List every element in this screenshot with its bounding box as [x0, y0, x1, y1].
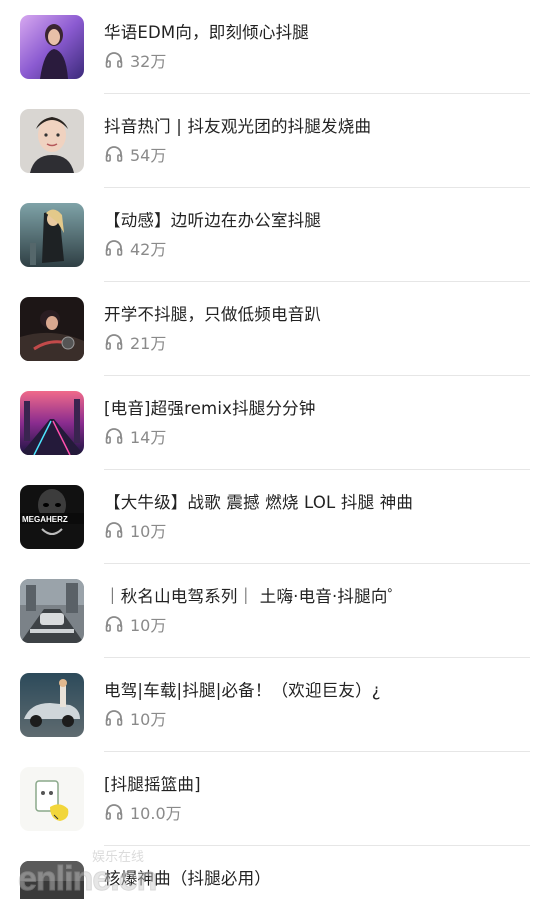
playlist-cover: [20, 673, 84, 737]
playlist-item[interactable]: ｜秋名山电驾系列｜ 土嗨·电音·抖腿向゜ 10万: [0, 564, 550, 658]
playlist-item[interactable]: 【动感】边听边在办公室抖腿 42万: [0, 188, 550, 282]
playlist-item[interactable]: 核爆神曲（抖腿必用）: [0, 846, 550, 899]
playlist-cover: [20, 297, 84, 361]
playlist-item[interactable]: 抖音热门 | 抖友观光团的抖腿发烧曲 54万: [0, 94, 550, 188]
play-count: 32万: [104, 49, 166, 71]
playlist-title: 华语EDM向，即刻倾心抖腿: [104, 23, 309, 42]
playlist-title: 抖音热门 | 抖友观光团的抖腿发烧曲: [104, 117, 372, 136]
play-count-value: 54万: [130, 146, 167, 165]
headphones-icon: [105, 146, 123, 162]
playlist-title: ｜秋名山电驾系列｜ 土嗨·电音·抖腿向゜: [104, 587, 405, 606]
play-count: 54万: [104, 143, 166, 165]
headphones-icon: [105, 240, 123, 256]
play-count: 10万: [104, 519, 166, 541]
playlist-item[interactable]: MEGAHERZ 【大牛级】战歌 震撼 燃烧 LOL 抖腿 神曲 10万: [0, 470, 550, 564]
play-count-value: 10万: [130, 616, 167, 635]
playlist-item[interactable]: [电音]超强remix抖腿分分钟 14万: [0, 376, 550, 470]
play-count: 10.0万: [104, 801, 182, 823]
playlist-item[interactable]: 电驾|车载|抖腿|必备！（欢迎巨友）¿ 10万: [0, 658, 550, 752]
playlist-title: 【动感】边听边在办公室抖腿: [104, 211, 322, 230]
play-count: 21万: [104, 331, 166, 353]
play-count: 10万: [104, 707, 166, 729]
playlist-item[interactable]: [抖腿摇篮曲] 10.0万: [0, 752, 550, 846]
headphones-icon: [105, 428, 123, 444]
play-count-value: 32万: [130, 52, 167, 71]
headphones-icon: [105, 334, 123, 350]
playlist-title: [抖腿摇篮曲]: [104, 775, 201, 794]
playlist-cover: [20, 15, 84, 79]
play-count-value: 21万: [130, 334, 167, 353]
play-count-value: 42万: [130, 240, 167, 259]
headphones-icon: [105, 522, 123, 538]
headphones-icon: [105, 804, 123, 820]
playlist-title: 开学不抖腿，只做低频电音趴: [104, 305, 322, 324]
playlist-cover: [20, 579, 84, 643]
play-count: 10万: [104, 613, 166, 635]
playlist-cover: MEGAHERZ: [20, 485, 84, 549]
play-count-value: 10万: [130, 710, 167, 729]
play-count-value: 10.0万: [130, 804, 182, 823]
headphones-icon: [105, 52, 123, 68]
play-count: 42万: [104, 237, 166, 259]
playlist-item[interactable]: 开学不抖腿，只做低频电音趴 21万: [0, 282, 550, 376]
play-count-value: 14万: [130, 428, 167, 447]
playlist-cover: [20, 203, 84, 267]
play-count-value: 10万: [130, 522, 167, 541]
playlist-title: [电音]超强remix抖腿分分钟: [104, 399, 316, 418]
playlist-cover: [20, 391, 84, 455]
playlist-item[interactable]: 华语EDM向，即刻倾心抖腿 32万: [0, 0, 550, 94]
play-count: 14万: [104, 425, 166, 447]
playlist-cover: [20, 861, 84, 899]
playlist-list: 华语EDM向，即刻倾心抖腿 32万 抖音热门 | 抖友观光团的抖腿发烧曲 54万: [0, 0, 550, 899]
headphones-icon: [105, 616, 123, 632]
playlist-title: 【大牛级】战歌 震撼 燃烧 LOL 抖腿 神曲: [104, 493, 414, 512]
playlist-title: 电驾|车载|抖腿|必备！（欢迎巨友）¿: [104, 681, 381, 700]
playlist-cover: [20, 767, 84, 831]
playlist-cover: [20, 109, 84, 173]
cover-logo-text: MEGAHERZ: [22, 515, 68, 524]
headphones-icon: [105, 710, 123, 726]
playlist-title: 核爆神曲（抖腿必用）: [104, 869, 271, 888]
